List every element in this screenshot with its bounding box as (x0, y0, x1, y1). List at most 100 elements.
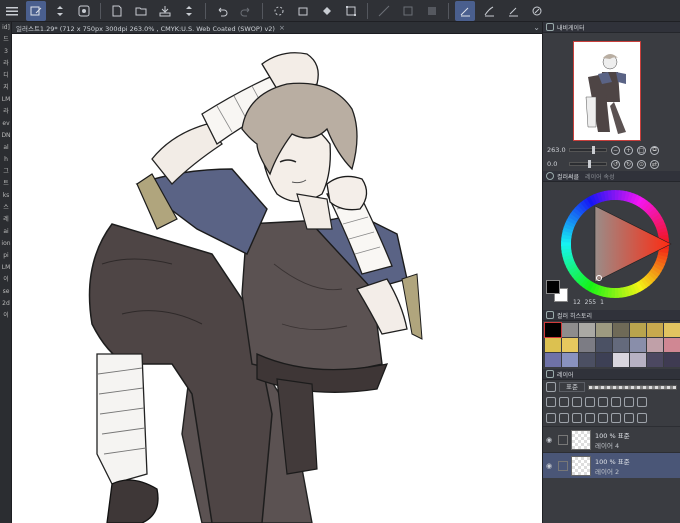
snap-icon[interactable] (398, 1, 418, 21)
canvas-tab[interactable]: 일러스트1.29* (712 x 750px 300dpi 263.0% , C… (12, 22, 542, 34)
edit-tool-icon[interactable] (26, 0, 46, 21)
draft-icon[interactable] (572, 397, 582, 407)
undo-icon[interactable] (212, 1, 232, 21)
clear-icon[interactable] (293, 1, 313, 21)
drawing-canvas[interactable] (12, 34, 542, 523)
layer-row-selected[interactable]: ◉ 100 % 표준 레이어 2 (543, 452, 680, 478)
left-dock-item[interactable]: se (0, 286, 12, 298)
color-history-swatch[interactable] (647, 338, 663, 352)
zoom-value[interactable]: 263.0 (547, 146, 569, 154)
layer-row[interactable]: ◉ 100 % 표준 레이어 4 (543, 426, 680, 452)
switch-arrows-icon[interactable] (50, 1, 70, 21)
zoom-out-icon[interactable]: − (611, 145, 620, 155)
visibility-eye-icon[interactable]: ◉ (543, 462, 555, 470)
layer-pen-marker-icon[interactable] (558, 460, 568, 471)
reference-icon[interactable] (559, 397, 569, 407)
navigator-preview[interactable] (543, 33, 680, 143)
switch-arrows-icon[interactable] (179, 1, 199, 21)
left-dock-item[interactable]: pi (0, 250, 12, 262)
save-icon[interactable] (155, 1, 175, 21)
fit-icon[interactable]: □ (637, 145, 646, 155)
new-folder-icon[interactable] (572, 413, 582, 423)
new-raster-icon[interactable] (546, 413, 556, 423)
color-history-swatch[interactable] (664, 323, 680, 337)
rotate-left-icon[interactable]: ↺ (611, 159, 620, 169)
foreground-color-swatch[interactable] (546, 280, 560, 294)
left-dock-item[interactable]: 트 (0, 178, 12, 190)
color-history-swatch[interactable] (579, 338, 595, 352)
left-dock-item[interactable]: LM (0, 262, 12, 274)
color-history-swatch[interactable] (562, 323, 578, 337)
actual-size-icon[interactable]: ⧉ (650, 145, 659, 155)
ink-icon[interactable] (503, 1, 523, 21)
left-dock-item[interactable]: 레 (0, 214, 12, 226)
left-dock-item[interactable]: 그 (0, 166, 12, 178)
layer-property-icon[interactable] (546, 382, 556, 392)
color-wheel-area[interactable]: 12 255 1 (543, 182, 680, 310)
fill-icon[interactable] (317, 1, 337, 21)
color-history-swatch[interactable] (562, 353, 578, 367)
left-dock-item[interactable]: ev (0, 118, 12, 130)
layer-lock-icon[interactable] (558, 434, 568, 445)
color-history-swatch[interactable] (545, 338, 561, 352)
rotate-right-icon[interactable]: ↻ (624, 159, 633, 169)
open-folder-icon[interactable] (131, 1, 151, 21)
left-dock-item[interactable]: 라 (0, 58, 12, 70)
zoom-in-icon[interactable]: + (624, 145, 633, 155)
left-dock-item[interactable]: DN (0, 130, 12, 142)
color-history-swatch[interactable] (630, 338, 646, 352)
mask-icon[interactable] (611, 397, 621, 407)
rotation-slider[interactable] (569, 160, 607, 168)
color-history-swatch[interactable] (630, 353, 646, 367)
flip-icon[interactable]: ⇄ (650, 159, 659, 169)
color-history-swatch[interactable] (596, 353, 612, 367)
color-history-swatch[interactable] (664, 353, 680, 367)
redo-icon[interactable] (236, 1, 256, 21)
menu-icon[interactable] (2, 1, 22, 21)
color-history-swatch[interactable] (647, 353, 663, 367)
left-dock-item[interactable]: h (0, 154, 12, 166)
lock-icon[interactable] (585, 397, 595, 407)
brush-icon[interactable] (479, 1, 499, 21)
layer-pen-icon[interactable] (527, 1, 547, 21)
color-history-swatch[interactable] (544, 322, 562, 338)
color-wheel[interactable] (543, 182, 680, 300)
rotation-value[interactable]: 0.0 (547, 160, 569, 168)
transfer-down-icon[interactable] (585, 413, 595, 423)
tab-menu-icon[interactable]: ⌄ (533, 23, 540, 32)
tab-close-icon[interactable]: × (279, 24, 285, 32)
delete-layer-icon[interactable] (624, 413, 634, 423)
settings-icon[interactable] (637, 413, 647, 423)
reset-rotation-icon[interactable]: ⊙ (637, 159, 646, 169)
ruler-layer-icon[interactable] (624, 397, 634, 407)
merge-icon[interactable] (598, 413, 608, 423)
tab-layer-property[interactable]: 레이어 속성 (585, 172, 615, 181)
left-dock-item[interactable]: ks (0, 190, 12, 202)
color-history-swatch[interactable] (545, 353, 561, 367)
left-dock-item[interactable]: LM (0, 94, 12, 106)
left-dock-item[interactable]: 3 (0, 46, 12, 58)
tab-color-wheel[interactable]: 컬러써클 (557, 172, 579, 181)
new-vector-icon[interactable] (559, 413, 569, 423)
transform-icon[interactable] (341, 1, 361, 21)
left-dock-item[interactable]: 스 (0, 202, 12, 214)
zoom-slider[interactable] (569, 146, 607, 154)
color-history-swatch[interactable] (647, 323, 663, 337)
left-dock-item[interactable]: 이 (0, 274, 12, 286)
visibility-eye-icon[interactable]: ◉ (543, 436, 555, 444)
color-history-swatch[interactable] (613, 323, 629, 337)
color-history-swatch[interactable] (630, 323, 646, 337)
new-file-icon[interactable] (107, 1, 127, 21)
left-dock-item[interactable]: ai (0, 226, 12, 238)
left-dock-item[interactable]: id] (0, 22, 12, 34)
left-dock-item[interactable]: al (0, 142, 12, 154)
lock-alpha-icon[interactable] (598, 397, 608, 407)
color-history-swatch[interactable] (562, 338, 578, 352)
left-dock-item[interactable]: 2d (0, 298, 12, 310)
frame-icon[interactable] (422, 1, 442, 21)
color-history-swatch[interactable] (596, 323, 612, 337)
color-history-swatch[interactable] (579, 323, 595, 337)
color-icon[interactable] (637, 397, 647, 407)
clip-icon[interactable] (546, 397, 556, 407)
ruler-icon[interactable] (374, 1, 394, 21)
